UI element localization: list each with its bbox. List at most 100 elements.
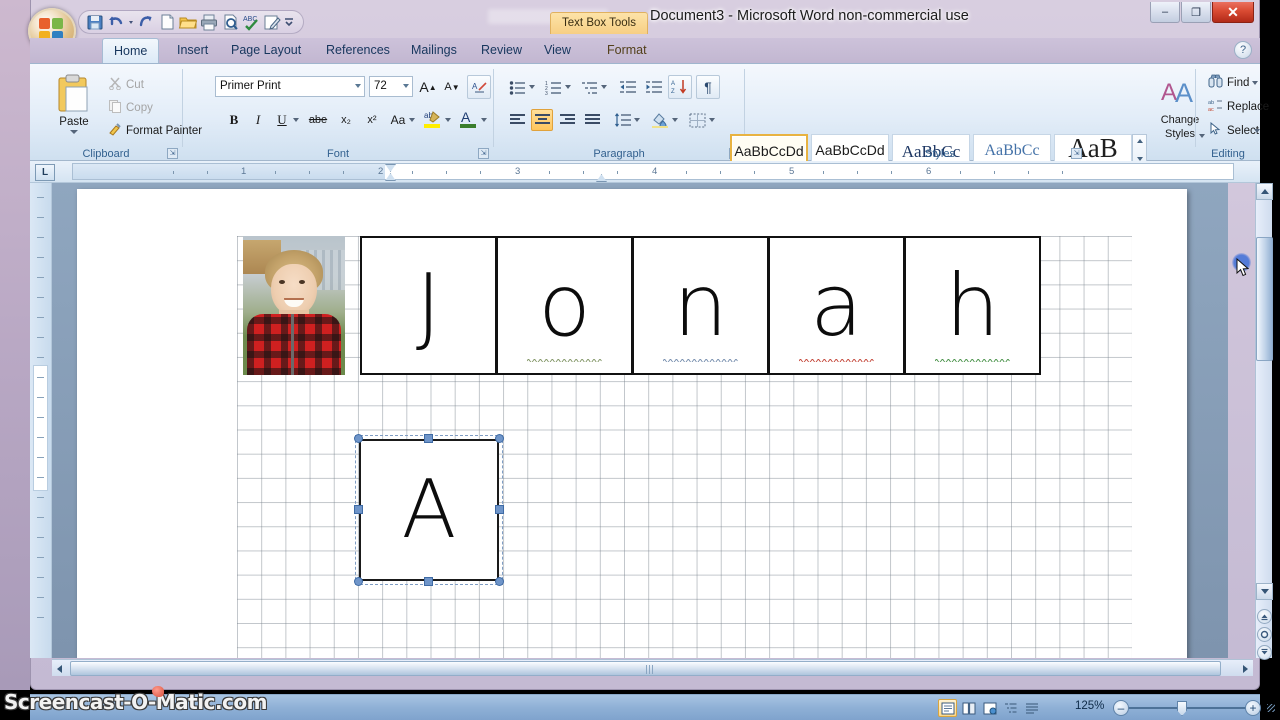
select-chevron-down-icon[interactable] xyxy=(1254,129,1260,133)
find-button[interactable]: Find xyxy=(1208,74,1249,91)
resize-handle-bottom-center[interactable] xyxy=(424,577,433,586)
bullets-button[interactable] xyxy=(506,76,528,98)
close-button[interactable]: ✕ xyxy=(1212,2,1254,23)
shrink-font-button[interactable]: A ▼ xyxy=(441,76,463,98)
vertical-scrollbar[interactable] xyxy=(1255,183,1273,660)
edit-icon[interactable] xyxy=(262,12,282,32)
new-document-icon[interactable] xyxy=(157,12,177,32)
web-layout-view-button[interactable] xyxy=(980,699,999,717)
resize-handle-middle-left[interactable] xyxy=(354,505,363,514)
increase-indent-button[interactable] xyxy=(642,76,664,98)
letter-box-4[interactable]: a xyxy=(768,236,905,375)
change-case-button[interactable]: Aa xyxy=(387,109,409,131)
letter-box-3[interactable]: n xyxy=(632,236,769,375)
align-right-button[interactable] xyxy=(556,109,578,131)
styles-dialog-launcher[interactable]: ⇲ xyxy=(1071,148,1082,159)
letter-box-2[interactable]: o xyxy=(496,236,633,375)
customize-qat-icon[interactable] xyxy=(283,12,295,32)
print-preview-icon[interactable] xyxy=(220,12,240,32)
underline-button[interactable]: U xyxy=(271,109,293,131)
spelling-icon[interactable]: ABC xyxy=(241,12,261,32)
strikethrough-button[interactable]: abe xyxy=(307,109,329,131)
letter-box-5[interactable]: h xyxy=(904,236,1041,375)
select-browse-object-button[interactable] xyxy=(1257,627,1272,642)
font-name-combo[interactable]: Primer Print xyxy=(215,76,365,97)
open-folder-icon[interactable] xyxy=(178,12,198,32)
tab-mailings[interactable]: Mailings xyxy=(400,38,468,63)
vertical-scroll-thumb[interactable] xyxy=(1256,237,1273,361)
outline-view-button[interactable] xyxy=(1001,699,1020,717)
multilevel-chevron-down-icon[interactable] xyxy=(601,85,607,89)
tab-references[interactable]: References xyxy=(315,38,401,63)
save-icon[interactable] xyxy=(85,12,105,32)
paste-icon[interactable] xyxy=(52,72,96,116)
shading-button[interactable] xyxy=(649,109,671,131)
scroll-down-button[interactable] xyxy=(1256,583,1273,600)
horizontal-scroll-thumb[interactable] xyxy=(70,661,1221,676)
next-page-button[interactable] xyxy=(1257,645,1272,660)
shading-chevron-down-icon[interactable] xyxy=(672,118,678,122)
numbering-chevron-down-icon[interactable] xyxy=(565,85,571,89)
subscript-button[interactable]: x₂ xyxy=(335,109,357,131)
change-case-chevron-down-icon[interactable] xyxy=(409,118,415,122)
grow-font-button[interactable]: A ▲ xyxy=(417,76,439,98)
scroll-right-button[interactable] xyxy=(1238,661,1253,676)
numbering-button[interactable]: 123 xyxy=(542,76,564,98)
document-canvas[interactable]: J o n a h A xyxy=(52,183,1228,658)
previous-page-button[interactable] xyxy=(1257,609,1272,624)
find-chevron-down-icon[interactable] xyxy=(1252,81,1258,85)
selected-text-box[interactable]: A xyxy=(354,434,504,586)
font-color-chevron-down-icon[interactable] xyxy=(481,118,487,122)
font-name-chevron-down-icon[interactable] xyxy=(355,84,361,88)
maximize-button[interactable]: ❐ xyxy=(1181,2,1211,23)
paste-button-label[interactable]: Paste xyxy=(52,116,96,128)
italic-button[interactable]: I xyxy=(247,109,269,131)
text-highlight-color-button[interactable]: ab xyxy=(421,108,443,131)
draft-view-button[interactable] xyxy=(1022,699,1041,717)
resize-handle-top-left[interactable] xyxy=(354,434,363,443)
resize-handle-top-center[interactable] xyxy=(424,434,433,443)
tab-review[interactable]: Review xyxy=(470,38,533,63)
print-layout-view-button[interactable] xyxy=(938,699,957,717)
justify-button[interactable] xyxy=(581,109,603,131)
tab-page-layout[interactable]: Page Layout xyxy=(220,38,312,63)
line-spacing-button[interactable] xyxy=(612,109,634,131)
tab-insert[interactable]: Insert xyxy=(166,38,219,63)
resize-handle-top-right[interactable] xyxy=(495,434,504,443)
help-icon[interactable]: ? xyxy=(1234,41,1252,59)
horizontal-scrollbar[interactable] xyxy=(52,659,1253,676)
scroll-up-button[interactable] xyxy=(1256,183,1273,200)
minimize-button[interactable]: – xyxy=(1150,2,1180,23)
child-photo[interactable] xyxy=(243,236,345,375)
align-left-button[interactable] xyxy=(506,109,528,131)
clear-formatting-icon[interactable]: A xyxy=(467,75,491,99)
tab-format[interactable]: Format xyxy=(596,38,658,63)
letter-box-1[interactable]: J xyxy=(360,236,497,375)
resize-handle-middle-right[interactable] xyxy=(495,505,504,514)
styles-scroll-up-icon[interactable] xyxy=(1137,139,1143,143)
resize-gripper-icon[interactable] xyxy=(1267,704,1275,712)
align-center-button[interactable] xyxy=(531,109,553,131)
superscript-button[interactable]: x² xyxy=(361,109,383,131)
undo-icon[interactable] xyxy=(106,12,126,32)
bullets-chevron-down-icon[interactable] xyxy=(529,85,535,89)
font-size-chevron-down-icon[interactable] xyxy=(403,84,409,88)
print-icon[interactable] xyxy=(199,12,219,32)
text-box-frame[interactable]: A xyxy=(359,439,499,581)
zoom-in-button[interactable]: + xyxy=(1245,700,1261,716)
decrease-indent-button[interactable] xyxy=(616,76,638,98)
bold-button[interactable]: B xyxy=(223,109,245,131)
redo-icon[interactable] xyxy=(136,12,156,32)
replace-button[interactable]: ab ac Replace xyxy=(1208,98,1269,115)
clipboard-dialog-launcher[interactable]: ⇲ xyxy=(167,148,178,159)
ruler-track[interactable]: 1 2 3 4 5 6 xyxy=(72,163,1234,182)
line-spacing-chevron-down-icon[interactable] xyxy=(634,118,640,122)
horizontal-ruler[interactable]: L 1 2 3 4 5 6 xyxy=(30,161,1260,183)
full-screen-reading-view-button[interactable] xyxy=(959,699,978,717)
underline-chevron-down-icon[interactable] xyxy=(293,118,299,122)
font-size-combo[interactable]: 72 xyxy=(369,76,413,97)
document-page[interactable]: J o n a h A xyxy=(77,189,1187,658)
select-button[interactable]: Select xyxy=(1208,121,1259,139)
zoom-out-button[interactable]: – xyxy=(1113,700,1129,716)
paste-dropdown-icon[interactable] xyxy=(70,130,78,134)
